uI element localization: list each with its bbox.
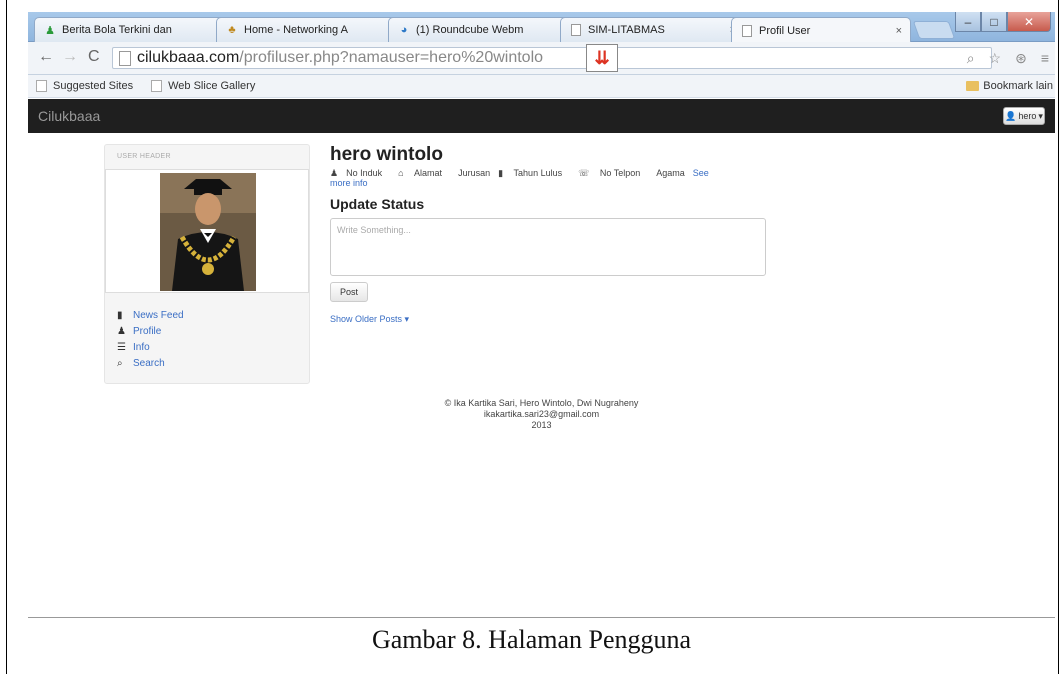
update-status-title: Update Status: [330, 196, 425, 212]
zoom-icon[interactable]: ⌕: [967, 50, 975, 67]
roundcube-icon: ◕: [400, 24, 408, 36]
close-icon[interactable]: ×: [896, 25, 902, 37]
extension-icon[interactable]: ⊛: [1015, 50, 1027, 67]
address-domain: cilukbaaa.com: [137, 49, 240, 66]
download-icon[interactable]: ⇊: [586, 44, 618, 72]
profile-sidebar: User Header ▮ News F: [104, 144, 310, 384]
profile-meta: ♟ No Induk ⌂ Alamat Jurusan ▮ Tahun Lulus…: [330, 168, 760, 178]
tab-label: Berita Bola Terkini dan: [62, 24, 172, 36]
file-icon: ▮: [498, 168, 506, 178]
brand-link[interactable]: Cilukbaaa: [38, 108, 100, 124]
bookmark-label: Suggested Sites: [53, 80, 134, 92]
tab-networking[interactable]: ♣ Home - Networking A ×: [216, 17, 416, 42]
status-textarea[interactable]: Write Something...: [330, 218, 766, 276]
sidebar-item-label: Search: [133, 357, 165, 369]
show-older-posts-link[interactable]: Show Older Posts ▾: [330, 314, 790, 325]
file-icon: ▮: [117, 309, 123, 321]
user-icon: ♟: [330, 168, 339, 178]
figure-caption: Gambar 8. Halaman Pengguna: [371, 625, 692, 654]
user-menu-label: hero: [1018, 111, 1037, 121]
browser-toolbar: ← → C cilukbaaa.com /profiluser.php?nama…: [28, 42, 1055, 75]
window-controls: – □ ✕: [955, 12, 1051, 32]
bookmark-label: Web Slice Gallery: [168, 80, 256, 92]
bookmarks-bar: Suggested Sites Web Slice Gallery Bookma…: [28, 75, 1055, 98]
tab-label: Home - Networking A: [244, 24, 348, 36]
user-icon: ♟: [117, 325, 126, 337]
see-more-link[interactable]: See: [693, 168, 709, 178]
minimize-icon[interactable]: –: [955, 12, 981, 32]
search-icon: ⌕: [117, 357, 123, 369]
sidebar-item-news-feed[interactable]: ▮ News Feed: [117, 309, 184, 321]
menu-icon[interactable]: ≡: [1041, 50, 1049, 67]
star-icon[interactable]: ☆: [989, 50, 1002, 67]
sidebar-item-label: Info: [133, 341, 150, 353]
more-info-link[interactable]: more info: [330, 178, 790, 188]
sidebar-item-profile[interactable]: ♟ Profile: [117, 325, 184, 337]
green-tab-icon: ♟: [45, 24, 55, 37]
sidebar-item-info[interactable]: ☰ Info: [117, 341, 184, 353]
meta-tahun-lulus: ▮ Tahun Lulus: [498, 168, 563, 178]
tab-label: Profil User: [759, 24, 811, 37]
graduate-portrait-icon: [160, 173, 256, 291]
other-bookmarks[interactable]: Bookmark lain: [966, 80, 1053, 92]
home-icon: ⌂: [398, 168, 407, 178]
document-frame-right: [1058, 0, 1059, 674]
page-icon: [151, 80, 163, 92]
folder-icon: [966, 81, 980, 91]
page-footer: © Ika Kartika Sari, Hero Wintolo, Dwi Nu…: [28, 398, 1055, 431]
sidebar-nav: ▮ News Feed ♟ Profile ☰ Info ⌕ Search: [117, 309, 184, 373]
back-icon[interactable]: ←: [38, 48, 54, 66]
caption-rule: [28, 617, 1055, 618]
page-icon: [36, 80, 47, 92]
user-icon: 👤: [1005, 110, 1017, 121]
meta-agama: Agama: [656, 168, 685, 178]
phone-icon: ☏: [578, 168, 592, 178]
document-frame-left: [6, 0, 7, 674]
bookmark-suggested-sites[interactable]: Suggested Sites: [36, 80, 133, 92]
user-menu-button[interactable]: 👤 hero ▾: [1003, 107, 1045, 125]
forward-icon[interactable]: →: [62, 48, 78, 66]
meta-jurusan: Jurusan: [458, 168, 491, 178]
other-bookmarks-label: Bookmark lain: [983, 80, 1053, 92]
app-navbar: Cilukbaaa 👤 hero ▾: [28, 99, 1055, 133]
sidebar-item-search[interactable]: ⌕ Search: [117, 357, 184, 369]
address-path: /profiluser.php?namauser=hero%20wintolo: [239, 49, 544, 66]
post-button[interactable]: Post: [330, 282, 368, 302]
bookmark-web-slice-gallery[interactable]: Web Slice Gallery: [151, 80, 255, 92]
tab-label: SIM-LITABMAS: [588, 24, 665, 36]
page-icon: [569, 23, 583, 37]
page-icon: [119, 50, 131, 66]
page-icon: [740, 24, 754, 38]
meta-no-telpon: ☏ No Telpon: [578, 168, 641, 178]
toolbar-actions: ⌕ ☆ ⊛ ≡: [967, 50, 1049, 67]
meta-alamat: ⌂ Alamat: [398, 168, 443, 178]
sidebar-item-label: News Feed: [133, 309, 184, 321]
tab-berita-bola[interactable]: ♟ Berita Bola Terkini dan ×: [34, 17, 244, 42]
tab-sim-litabmas[interactable]: SIM-LITABMAS ×: [560, 17, 745, 42]
profile-name: hero wintolo: [330, 144, 443, 165]
sidebar-header: User Header: [117, 153, 171, 160]
close-window-icon[interactable]: ✕: [1007, 12, 1051, 32]
footer-email: ikakartika.sari23@gmail.com: [483, 409, 600, 419]
browser-window: ♟ Berita Bola Terkini dan × ♣ Home - Net…: [28, 12, 1055, 624]
list-icon: ☰: [117, 341, 126, 353]
profile-photo: [160, 173, 256, 291]
meta-no-induk: ♟ No Induk: [330, 168, 383, 178]
profile-photo-frame: [105, 169, 309, 293]
tab-profil-user[interactable]: Profil User ×: [731, 17, 911, 43]
maximize-icon[interactable]: □: [981, 12, 1007, 32]
new-tab-button[interactable]: [912, 21, 956, 39]
footer-credits: © Ika Kartika Sari, Hero Wintolo, Dwi Nu…: [444, 398, 639, 408]
footer-year: 2013: [531, 420, 552, 430]
profile-main: hero wintolo ♟ No Induk ⌂ Alamat Jurusan …: [330, 144, 790, 325]
address-bar[interactable]: cilukbaaa.com /profiluser.php?namauser=h…: [112, 47, 992, 69]
network-icon: ♣: [228, 24, 236, 36]
tab-strip: ♟ Berita Bola Terkini dan × ♣ Home - Net…: [28, 12, 1055, 43]
tab-label: (1) Roundcube Webm: [416, 24, 524, 36]
reload-icon[interactable]: C: [88, 48, 100, 66]
tab-roundcube[interactable]: ◕ (1) Roundcube Webm ×: [388, 17, 588, 42]
status-placeholder: Write Something...: [337, 225, 411, 235]
sidebar-item-label: Profile: [133, 325, 162, 337]
caret-down-icon: ▾: [1038, 110, 1043, 121]
